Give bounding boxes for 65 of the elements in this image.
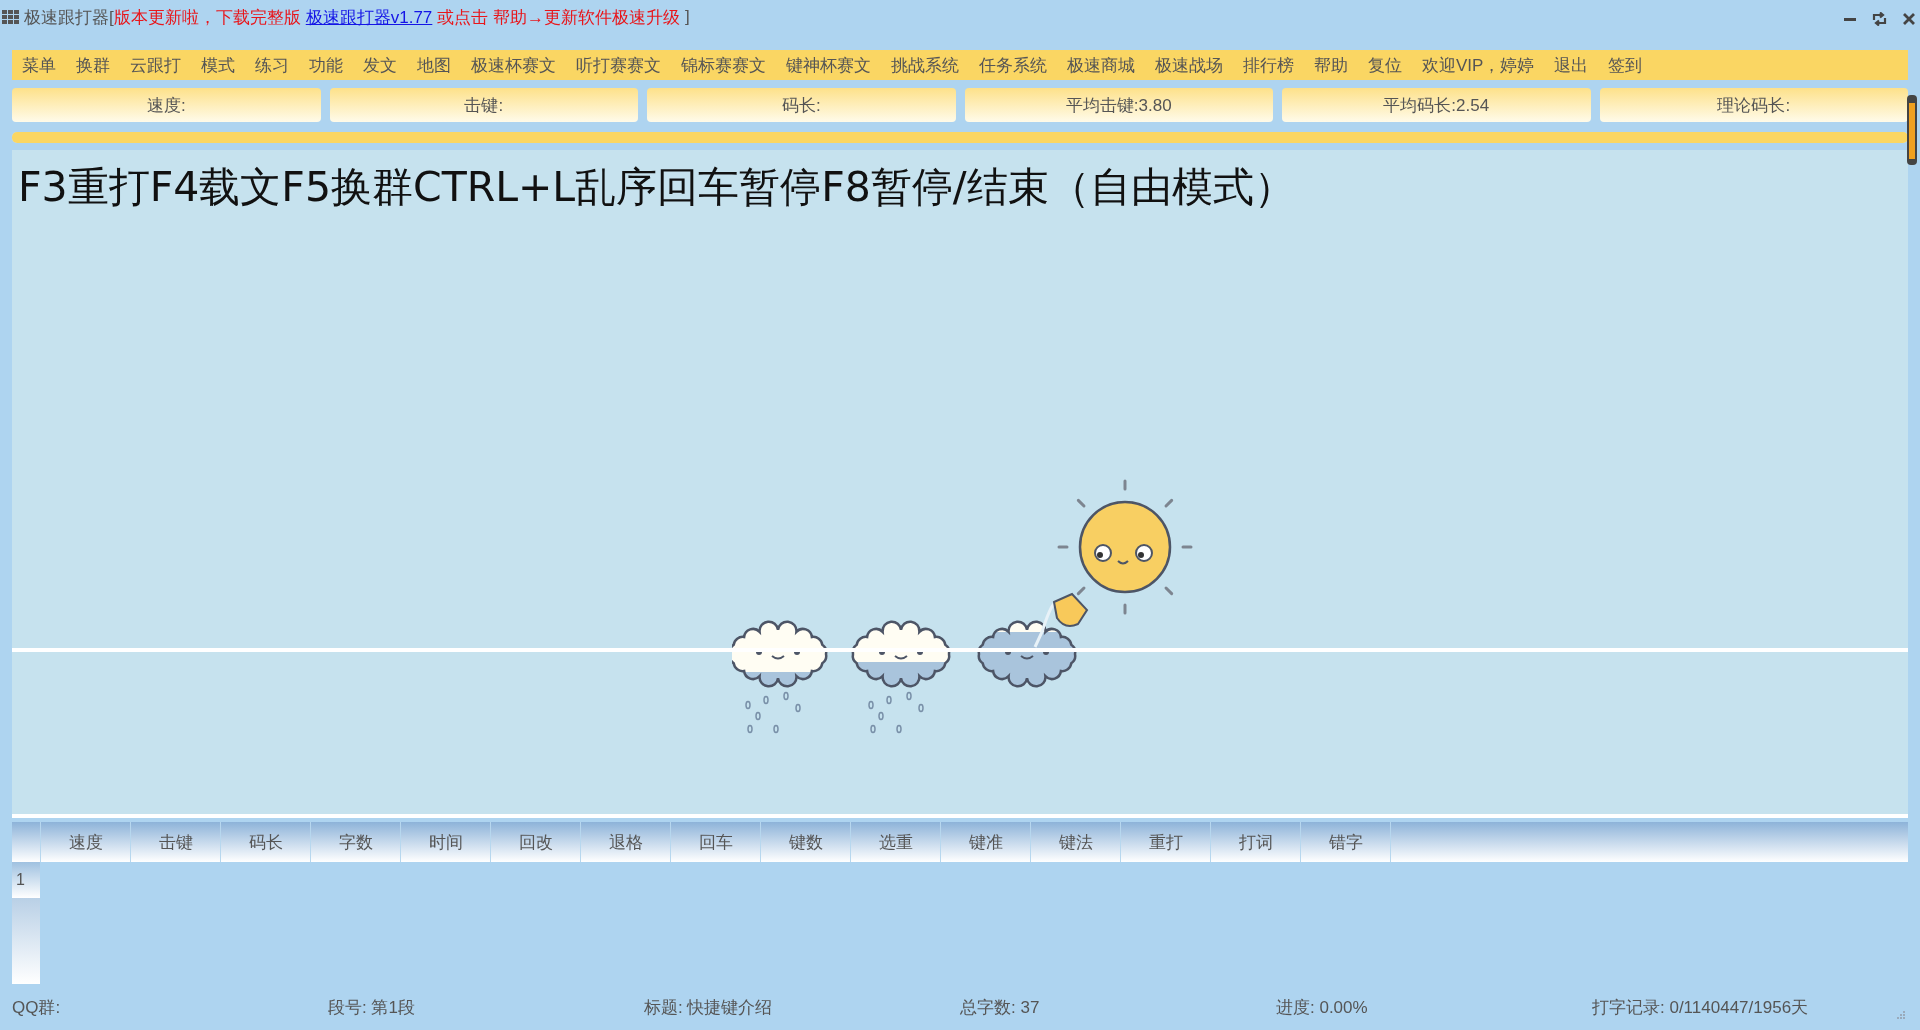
menu-item[interactable]: 模式 — [201, 53, 235, 77]
column-header[interactable]: 重打 — [1121, 822, 1211, 862]
menu-item[interactable]: 键神杯赛文 — [786, 53, 871, 77]
menu-item[interactable]: 功能 — [309, 53, 343, 77]
menu-item[interactable]: 极速战场 — [1155, 53, 1223, 77]
menu-item[interactable]: 签到 — [1608, 53, 1643, 77]
status-text: 进度: 0.00% — [1276, 996, 1368, 1019]
column-header[interactable]: 键法 — [1031, 822, 1121, 862]
input-field[interactable] — [12, 652, 1908, 814]
stat-panel: 平均码长:2.54 — [1282, 88, 1591, 122]
title-bracket: ] — [685, 7, 690, 27]
column-header[interactable]: 回改 — [491, 822, 581, 862]
menu-item[interactable]: 换群 — [76, 53, 110, 77]
status-text: 打字记录: 0/1140447/1956天 — [1592, 996, 1809, 1019]
menu-item[interactable]: 听打赛赛文 — [576, 53, 661, 77]
menu-item[interactable]: 锦标赛赛文 — [681, 53, 766, 77]
status-text: 标题: 快捷键介绍 — [644, 996, 773, 1019]
raindrops-drawing — [745, 691, 801, 734]
column-header[interactable]: 时间 — [401, 822, 491, 862]
resize-grip-icon[interactable] — [1896, 1010, 1906, 1020]
update-notice: 或点击 帮助→更新软件极速升级 — [437, 6, 681, 29]
menu-item[interactable]: 发文 — [363, 53, 397, 77]
grid-icon — [2, 10, 20, 24]
menu-item[interactable]: 极速杯赛文 — [471, 53, 556, 77]
column-header[interactable]: 错字 — [1301, 822, 1391, 862]
menu-item[interactable]: 欢迎VIP，婷婷 — [1422, 53, 1535, 77]
stat-panel: 击键: — [329, 88, 638, 122]
restore-icon[interactable] — [1871, 12, 1888, 26]
column-header[interactable]: 速度 — [41, 822, 131, 862]
column-header[interactable]: 回车 — [671, 822, 761, 862]
menu-item[interactable]: 地图 — [417, 53, 451, 77]
column-header[interactable]: 码长 — [221, 822, 311, 862]
menu-item[interactable]: 任务系统 — [979, 53, 1047, 77]
column-header[interactable]: 键准 — [941, 822, 1031, 862]
download-link[interactable]: 极速跟打器v1.77 — [305, 5, 433, 29]
stat-panel: 码长: — [647, 88, 956, 122]
menu-item[interactable]: 帮助 — [1314, 53, 1348, 77]
stat-panel: 理论码长: — [1599, 88, 1908, 122]
menu-item[interactable]: 排行榜 — [1243, 53, 1294, 77]
bucket-drawing — [1033, 593, 1088, 648]
menu-item[interactable]: 退出 — [1554, 53, 1589, 77]
raindrops-drawing — [868, 691, 924, 734]
menu-item[interactable]: 极速商城 — [1067, 53, 1135, 77]
column-header[interactable]: 退格 — [581, 822, 671, 862]
menu-item[interactable]: 菜单 — [22, 53, 56, 77]
menu-item[interactable]: 练习 — [255, 53, 289, 77]
scrollbar-thumb[interactable] — [1907, 95, 1917, 165]
menu-item[interactable]: 挑战系统 — [891, 53, 959, 77]
prompt-text: F3重打F4载文F5换群CTRL+L乱序回车暂停F8暂停/结束（自由模式） — [17, 162, 1296, 213]
column-header[interactable]: 字数 — [311, 822, 401, 862]
column-header[interactable]: 打词 — [1211, 822, 1301, 862]
status-text: 总字数: 37 — [960, 996, 1040, 1019]
status-text: QQ群: — [12, 996, 61, 1019]
column-header[interactable]: 选重 — [851, 822, 941, 862]
column-header[interactable]: 键数 — [761, 822, 851, 862]
column-header[interactable]: 击键 — [131, 822, 221, 862]
row-header: 1 — [12, 862, 40, 898]
menu-item[interactable]: 复位 — [1368, 53, 1402, 77]
update-notice: 版本更新啦，下载完整版 — [113, 6, 301, 29]
close-icon[interactable] — [1902, 12, 1916, 26]
status-text: 段号: 第1段 — [328, 996, 415, 1019]
menu-item[interactable]: 云跟打 — [130, 53, 181, 77]
stat-panel: 速度: — [12, 88, 321, 122]
window-title: 极速跟打器[ — [24, 6, 114, 29]
stat-panel: 平均击键:3.80 — [964, 88, 1273, 122]
